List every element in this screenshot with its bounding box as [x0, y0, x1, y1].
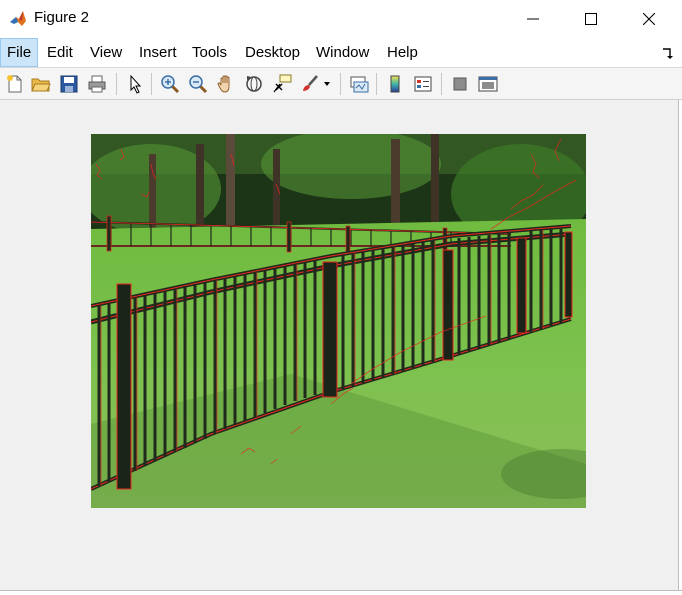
menu-view[interactable]: View [84, 38, 128, 67]
chevron-down-icon [324, 82, 330, 86]
pan-button[interactable] [214, 72, 238, 96]
link-plot-button[interactable] [347, 72, 371, 96]
insert-colorbar-button[interactable] [383, 72, 407, 96]
close-icon [643, 13, 655, 25]
colorbar-icon [390, 75, 400, 93]
toolbar-separator [376, 73, 377, 95]
minimize-button[interactable] [504, 0, 562, 38]
fence-edge-image [91, 134, 586, 508]
toolbar-separator [151, 73, 152, 95]
dock-figure-icon[interactable] [662, 47, 674, 59]
show-plot-tools-icon [478, 76, 498, 92]
toolbar-separator [441, 73, 442, 95]
print-button[interactable] [85, 72, 109, 96]
menu-bar: File Edit View Insert Tools Desktop Wind… [0, 38, 682, 68]
menu-insert[interactable]: Insert [133, 38, 183, 67]
tree-trunk [149, 154, 156, 234]
minimize-icon [527, 18, 539, 20]
zoom-out-icon [189, 75, 208, 94]
maximize-icon [585, 13, 597, 25]
rotate-3d-button[interactable] [242, 72, 266, 96]
data-cursor-button[interactable] [270, 72, 294, 96]
maximize-button[interactable] [562, 0, 620, 38]
pan-hand-icon [217, 75, 230, 93]
data-cursor-icon [273, 74, 292, 93]
hide-plot-tools-icon [453, 77, 467, 91]
show-plot-tools-button[interactable] [476, 72, 500, 96]
window-edge [678, 100, 682, 595]
close-button[interactable] [620, 0, 678, 38]
brush-icon [303, 75, 318, 91]
brush-button[interactable] [298, 72, 322, 96]
hide-plot-tools-button[interactable] [448, 72, 472, 96]
legend-icon [414, 76, 432, 92]
matlab-logo-icon [8, 9, 28, 29]
menu-edit[interactable]: Edit [41, 38, 79, 67]
select-arrow-icon [130, 74, 142, 94]
figure-toolbar [0, 68, 682, 100]
menu-window[interactable]: Window [310, 38, 375, 67]
window-edge [0, 590, 682, 595]
menu-help[interactable]: Help [381, 38, 424, 67]
print-icon [88, 75, 106, 93]
insert-legend-button[interactable] [411, 72, 435, 96]
toolbar-separator [116, 73, 117, 95]
tree-trunk [196, 144, 204, 234]
save-icon [60, 75, 78, 93]
title-bar: Figure 2 [0, 0, 682, 38]
toolbar-separator [340, 73, 341, 95]
zoom-out-button[interactable] [186, 72, 210, 96]
link-plot-icon [350, 76, 369, 93]
tree-trunk [226, 134, 235, 229]
new-figure-icon [7, 75, 22, 93]
zoom-in-button[interactable] [158, 72, 182, 96]
tree-trunk [391, 139, 400, 234]
menu-desktop[interactable]: Desktop [239, 38, 306, 67]
rotate-3d-icon [246, 76, 262, 92]
open-file-button[interactable] [29, 72, 53, 96]
zoom-in-icon [161, 75, 180, 94]
save-button[interactable] [57, 72, 81, 96]
window-title: Figure 2 [34, 9, 90, 26]
menu-file[interactable]: File [0, 38, 39, 67]
new-figure-button[interactable] [3, 72, 27, 96]
brush-dropdown[interactable] [320, 72, 334, 96]
menu-tools[interactable]: Tools [186, 38, 233, 67]
open-file-icon [31, 78, 51, 92]
select-button[interactable] [123, 72, 147, 96]
